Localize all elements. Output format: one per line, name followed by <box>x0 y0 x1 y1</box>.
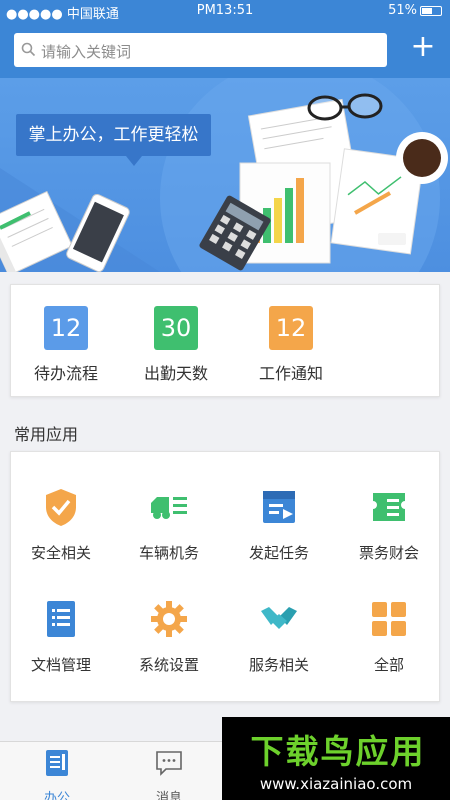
app-label: 服务相关 <box>248 656 309 674</box>
stat-work-notice[interactable]: 12 工作通知 <box>236 306 346 384</box>
app-label: 车辆机务 <box>138 544 199 562</box>
gear-icon <box>151 601 187 637</box>
app-label: 文档管理 <box>30 656 91 674</box>
app-label: 安全相关 <box>30 544 91 562</box>
status-bar: ●●●●● 中国联通 PM13:51 51% <box>0 0 450 22</box>
office-icon <box>46 750 68 776</box>
tab-label: 消息 <box>155 791 182 800</box>
app-label: 系统设置 <box>138 656 199 674</box>
stat-attendance-days[interactable]: 30 出勤天数 <box>121 306 231 384</box>
banner-slogan: 掌上办公，工作更轻松 <box>16 114 211 166</box>
apps-grid: 安全相关 车辆机务 发起任务 票务财会 文档管理 系统设置 服务相关 全部 <box>10 451 440 702</box>
app-ticket-finance[interactable]: 票务财会 <box>339 487 439 563</box>
tab-label: 办公 <box>43 791 70 800</box>
stat-value: 12 <box>269 306 313 350</box>
task-icon <box>263 491 295 523</box>
ticket-icon <box>373 493 405 521</box>
banner[interactable]: 掌上办公，工作更轻松 <box>0 78 450 272</box>
handshake-icon <box>261 607 297 629</box>
top-bar: ●●●●● 中国联通 PM13:51 51% 请输入关键词 + <box>0 0 450 78</box>
add-button[interactable]: + <box>409 32 437 62</box>
app-vehicle[interactable]: 车辆机务 <box>119 487 219 563</box>
app-start-task[interactable]: 发起任务 <box>229 487 329 563</box>
app-label: 全部 <box>373 656 404 674</box>
battery-percent: 51% <box>388 3 417 18</box>
watermark-title: 下载鸟应用 <box>250 732 426 771</box>
app-all[interactable]: 全部 <box>339 599 439 675</box>
search-placeholder: 请输入关键词 <box>41 43 132 61</box>
watermark-url: www.xiazainiao.com <box>259 775 413 793</box>
search-input[interactable]: 请输入关键词 <box>14 33 387 67</box>
truck-icon <box>151 497 187 519</box>
document-icon <box>47 601 75 637</box>
stat-label: 工作通知 <box>258 364 323 383</box>
stat-value: 12 <box>44 306 88 350</box>
clock: PM13:51 <box>196 3 254 18</box>
tab-office[interactable]: 办公 <box>17 748 97 800</box>
search-icon <box>21 42 36 57</box>
app-settings[interactable]: 系统设置 <box>119 599 219 675</box>
stat-value: 30 <box>154 306 198 350</box>
stat-pending-process[interactable]: 12 待办流程 <box>11 306 121 384</box>
app-service[interactable]: 服务相关 <box>229 599 329 675</box>
section-title: 常用应用 <box>14 425 79 444</box>
app-label: 票务财会 <box>358 544 419 562</box>
battery-icon <box>420 5 442 16</box>
stat-label: 出勤天数 <box>143 364 208 383</box>
shield-check-icon <box>46 489 76 526</box>
battery-status: 51% <box>388 3 442 18</box>
tab-messages[interactable]: 消息 <box>129 748 209 800</box>
app-safety[interactable]: 安全相关 <box>11 487 111 563</box>
stats-card: 12 待办流程 30 出勤天数 12 工作通知 <box>10 284 440 397</box>
stat-label: 待办流程 <box>33 364 98 383</box>
app-documents[interactable]: 文档管理 <box>11 599 111 675</box>
grid-icon <box>372 602 406 636</box>
watermark: 下载鸟应用 www.xiazainiao.com <box>222 717 450 800</box>
banner-illustration <box>0 78 448 272</box>
message-icon <box>156 751 182 776</box>
app-label: 发起任务 <box>248 544 309 562</box>
